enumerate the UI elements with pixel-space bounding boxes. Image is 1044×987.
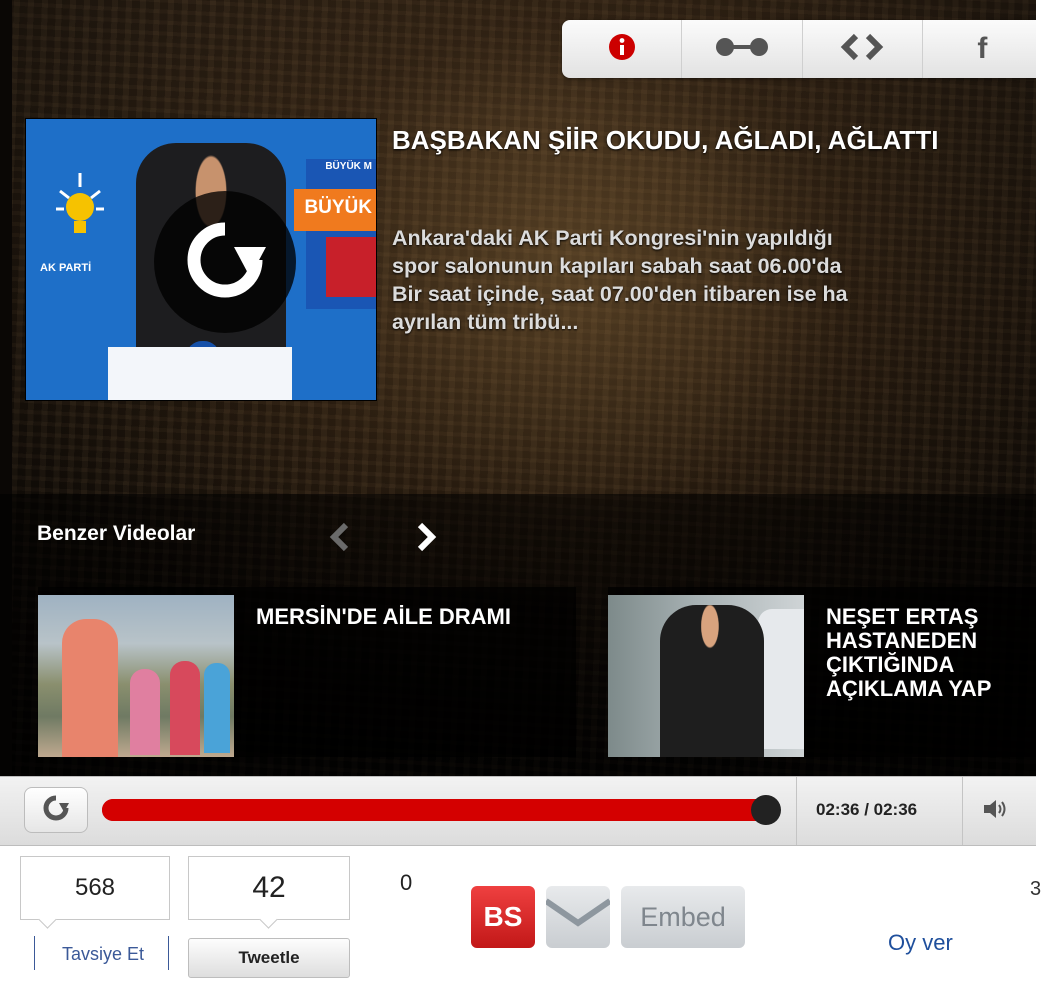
envelope-icon: [544, 895, 612, 940]
person-figure: [62, 619, 118, 757]
time-readout: 02:36 / 02:36: [816, 800, 918, 819]
replay-button[interactable]: [24, 787, 88, 833]
video-title: BAŞBAKAN ŞİİR OKUDU, AĞLADI, AĞLATTI: [392, 125, 939, 155]
related-video-thumbnail: [608, 595, 804, 757]
info-icon: [608, 33, 636, 66]
podium: [108, 347, 292, 400]
progress-fill: [102, 799, 768, 821]
info-button[interactable]: [562, 20, 683, 78]
related-video-item[interactable]: NEŞET ERTAŞ HASTANEDEN ÇIKTIĞINDA AÇIKLA…: [608, 587, 1036, 757]
next-arrow-icon[interactable]: [410, 522, 440, 557]
related-video-thumbnail: [38, 595, 234, 757]
stage-text-large: BÜYÜK: [304, 197, 372, 218]
tweet-button[interactable]: Tweetle: [188, 938, 350, 978]
link-icon: [713, 36, 771, 63]
facebook-icon: f: [977, 32, 988, 65]
embed-code-button[interactable]: [803, 20, 923, 78]
embed-button[interactable]: Embed: [621, 886, 745, 948]
related-video-item[interactable]: MERSİN'DE AİLE DRAMI: [38, 587, 576, 757]
embed-code-icon: [840, 33, 884, 66]
party-logo-icon: [56, 171, 104, 266]
share-toolbar: f: [562, 20, 1036, 78]
facebook-recommend-button[interactable]: Tavsiye Et: [62, 944, 144, 965]
control-divider: [962, 777, 963, 845]
progress-handle[interactable]: [751, 795, 781, 825]
tweet-count: 42: [252, 871, 286, 904]
facebook-button-border: [34, 936, 35, 970]
link-button[interactable]: [682, 20, 803, 78]
share-count: 0: [400, 870, 413, 895]
related-video-title: MERSİN'DE AİLE DRAMI: [256, 604, 511, 629]
email-share-button[interactable]: [544, 886, 612, 948]
progress-bar[interactable]: [102, 799, 768, 821]
child-figure: [204, 663, 230, 753]
clipped-count: 3: [1030, 878, 1042, 900]
replay-small-icon: [42, 794, 70, 827]
vote-link[interactable]: Oy ver: [888, 930, 953, 956]
child-figure: [130, 669, 160, 755]
stage-red-banner: [326, 237, 376, 297]
related-video-title: NEŞET ERTAŞ HASTANEDEN ÇIKTIĞINDA AÇIKLA…: [826, 604, 992, 701]
player-control-bar: 02:36 / 02:36: [0, 776, 1036, 846]
vehicle-shape: [758, 609, 804, 749]
person-figure: [660, 605, 764, 757]
party-logo-label: AK PARTİ: [40, 262, 92, 274]
bubble-caret: [259, 910, 278, 929]
child-figure: [170, 661, 200, 755]
facebook-count-bubble: 568: [20, 856, 170, 929]
video-player[interactable]: f BÜYÜK M BÜYÜK AK PARTİ BAŞBAKAN ŞİİR O…: [0, 0, 1036, 776]
replay-overlay-button[interactable]: [154, 191, 296, 333]
stage-text-small: BÜYÜK M: [325, 161, 372, 172]
related-videos-heading: Benzer Videolar: [37, 522, 196, 545]
tweet-count-bubble: 42: [188, 856, 350, 929]
replay-icon: [182, 217, 268, 308]
facebook-share-button[interactable]: f: [923, 20, 1036, 78]
facebook-count: 568: [74, 874, 116, 901]
bs-share-button[interactable]: BS: [471, 886, 535, 948]
bubble-caret: [38, 910, 57, 929]
video-thumbnail[interactable]: BÜYÜK M BÜYÜK AK PARTİ: [25, 118, 377, 401]
previous-arrow-icon[interactable]: [326, 522, 356, 557]
volume-icon[interactable]: [982, 797, 1008, 826]
control-divider: [796, 777, 797, 845]
video-description: Ankara'daki AK Parti Kongresi'nin yapıld…: [392, 226, 848, 334]
facebook-button-border: [168, 936, 169, 970]
